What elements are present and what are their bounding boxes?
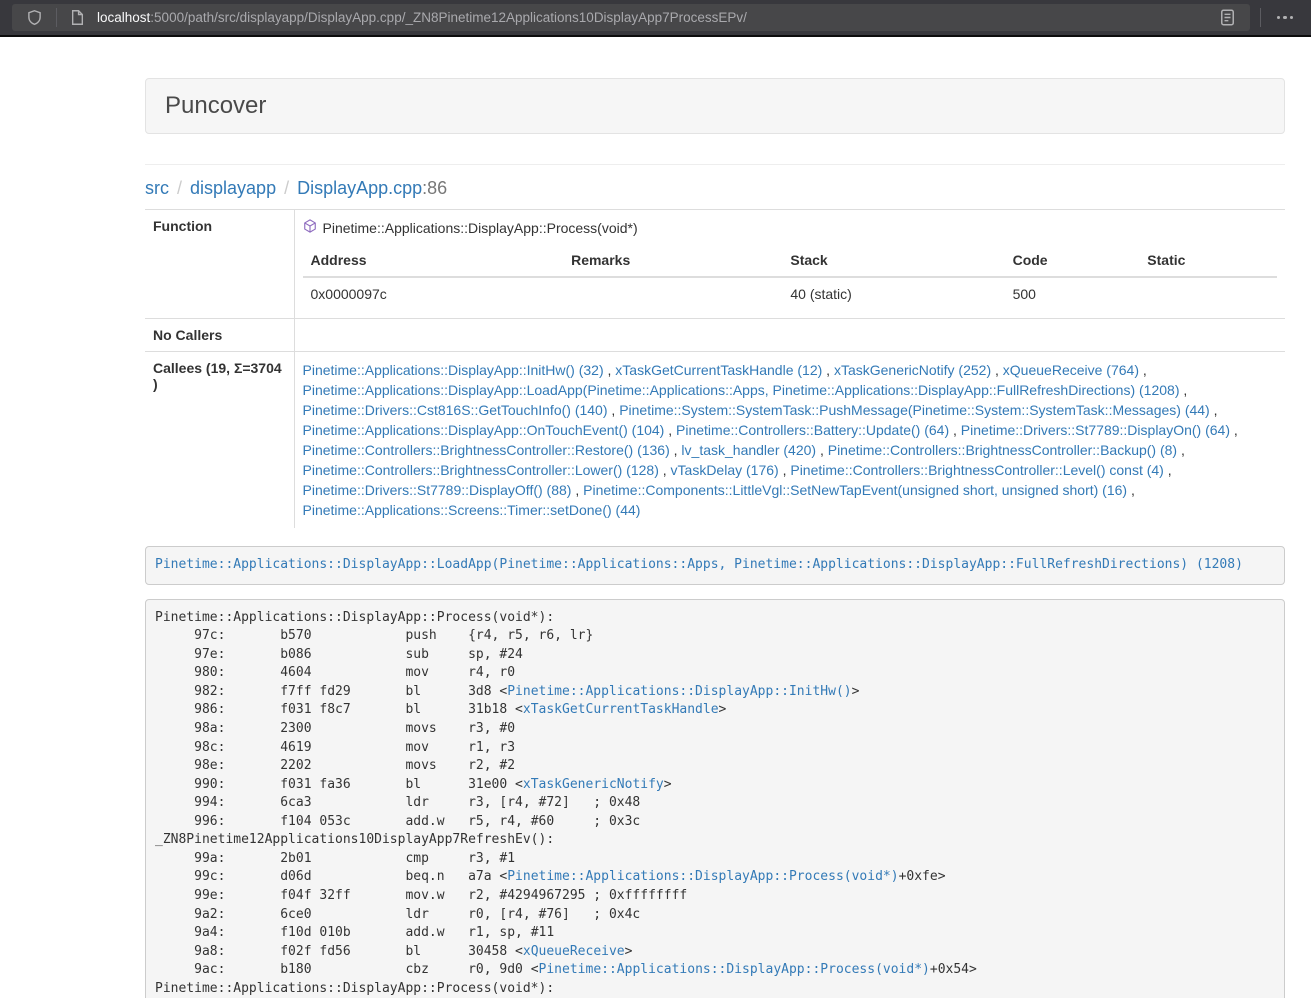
col-header-address: Address [303, 244, 564, 277]
page-info-icon[interactable] [65, 10, 90, 25]
asm-symbol-link[interactable]: xTaskGetCurrentTaskHandle [523, 702, 719, 717]
breadcrumb-link[interactable]: src [145, 178, 169, 198]
function-title: Pinetime::Applications::DisplayApp::Proc… [303, 218, 1278, 237]
toolbar-divider [1260, 8, 1261, 27]
callee-separator: , [1139, 362, 1147, 378]
breadcrumb: src / displayapp / DisplayApp.cpp:86 [145, 178, 1285, 199]
callee-link[interactable]: lv_task_handler (420) [681, 442, 816, 458]
url-bar[interactable]: localhost:5000/path/src/displayapp/Displ… [12, 4, 1250, 31]
url-host: localhost [97, 10, 150, 25]
callee-separator: , [816, 442, 828, 458]
callee-link[interactable]: Pinetime::Drivers::Cst816S::GetTouchInfo… [303, 402, 608, 418]
col-header-code: Code [1005, 244, 1140, 277]
highlighted-symbol-box: Pinetime::Applications::DisplayApp::Load… [145, 546, 1285, 585]
callee-link[interactable]: Pinetime::Applications::DisplayApp::OnTo… [303, 422, 665, 438]
callee-link[interactable]: Pinetime::Applications::DisplayApp::Init… [303, 362, 604, 378]
asm-symbol-link[interactable]: xQueueReceive [523, 944, 625, 959]
callee-separator: , [608, 402, 620, 418]
breadcrumb-separator: / [169, 178, 190, 198]
asm-symbol-link[interactable]: Pinetime::Applications::DisplayApp::Proc… [507, 869, 898, 884]
callee-separator: , [604, 362, 616, 378]
callee-link[interactable]: Pinetime::Controllers::BrightnessControl… [828, 442, 1177, 458]
assembly-listing: Pinetime::Applications::DisplayApp::Proc… [145, 599, 1285, 998]
callee-separator: , [571, 482, 583, 498]
callee-link[interactable]: Pinetime::Controllers::Battery::Update()… [676, 422, 949, 438]
callee-separator: , [659, 462, 671, 478]
function-name: Pinetime::Applications::DisplayApp::Proc… [323, 220, 638, 236]
browser-toolbar: localhost:5000/path/src/displayapp/Displ… [0, 0, 1311, 35]
asm-symbol-link[interactable]: Pinetime::Applications::DisplayApp::Proc… [539, 962, 930, 977]
asm-symbol-link[interactable]: xTaskGenericNotify [523, 777, 664, 792]
callee-link[interactable]: Pinetime::Controllers::BrightnessControl… [303, 442, 670, 458]
app-header-panel: Puncover [145, 78, 1285, 134]
callers-list [294, 319, 1285, 352]
callee-link[interactable]: Pinetime::Applications::Screens::Timer::… [303, 502, 641, 518]
function-detail-table: Function Pinetime::Applications::Display… [145, 209, 1285, 528]
callee-link[interactable]: vTaskDelay (176) [671, 462, 779, 478]
highlighted-symbol-link[interactable]: Pinetime::Applications::DisplayApp::Load… [155, 557, 1243, 572]
callee-separator: , [779, 462, 791, 478]
callee-separator: , [1179, 382, 1187, 398]
function-stats-row: 0x0000097c 40 (static) 500 [303, 277, 1278, 310]
url-path: :5000/path/src/displayapp/DisplayApp.cpp… [150, 10, 747, 25]
no-callers-label: No Callers [145, 319, 294, 352]
callee-separator: , [1210, 402, 1218, 418]
callee-link[interactable]: Pinetime::System::SystemTask::PushMessag… [619, 402, 1210, 418]
function-row-label: Function [145, 210, 294, 319]
code-value: 500 [1005, 277, 1140, 310]
callee-separator: , [664, 422, 676, 438]
stack-value: 40 (static) [782, 277, 1004, 310]
callers-row: No Callers [145, 319, 1285, 352]
callee-link[interactable]: Pinetime::Controllers::BrightnessControl… [303, 462, 659, 478]
callee-link[interactable]: Pinetime::Controllers::BrightnessControl… [790, 462, 1163, 478]
callee-link[interactable]: Pinetime::Drivers::St7789::DisplayOff() … [303, 482, 572, 498]
callees-label: Callees (19, Σ=3704 ) [145, 352, 294, 529]
breadcrumb-line-number: :86 [422, 178, 447, 198]
url-text[interactable]: localhost:5000/path/src/displayapp/Displ… [97, 10, 1214, 25]
col-header-static: Static [1139, 244, 1277, 277]
breadcrumb-separator: / [276, 178, 297, 198]
shield-icon[interactable] [21, 9, 48, 26]
callee-link[interactable]: Pinetime::Components::LittleVgl::SetNewT… [583, 482, 1127, 498]
reader-mode-icon[interactable] [1214, 9, 1241, 26]
callee-link[interactable]: Pinetime::Applications::DisplayApp::Load… [303, 382, 1180, 398]
callee-link[interactable]: xTaskGetCurrentTaskHandle (12) [615, 362, 822, 378]
col-header-stack: Stack [782, 244, 1004, 277]
callee-separator: , [991, 362, 1003, 378]
callee-separator: , [1230, 422, 1238, 438]
callees-list: Pinetime::Applications::DisplayApp::Init… [294, 352, 1285, 529]
urlbar-divider [56, 8, 57, 27]
page-container: Puncover src / displayapp / DisplayApp.c… [145, 78, 1285, 998]
breadcrumb-link[interactable]: DisplayApp.cpp [297, 178, 422, 198]
breadcrumb-link[interactable]: displayapp [190, 178, 276, 198]
callee-link[interactable]: xTaskGenericNotify (252) [834, 362, 991, 378]
callee-separator: , [949, 422, 961, 438]
package-icon [303, 218, 317, 237]
callee-link[interactable]: Pinetime::Drivers::St7789::DisplayOn() (… [961, 422, 1230, 438]
window-border [0, 35, 1311, 37]
divider [145, 164, 1285, 165]
callee-link[interactable]: xQueueReceive (764) [1003, 362, 1139, 378]
callee-separator: , [1127, 482, 1135, 498]
function-stats-table: Address Remarks Stack Code Static 0x0000… [303, 244, 1278, 310]
callees-row: Callees (19, Σ=3704 ) Pinetime::Applicat… [145, 352, 1285, 529]
callee-separator: , [1177, 442, 1185, 458]
more-tools-icon[interactable] [1271, 16, 1300, 20]
callee-separator: , [1164, 462, 1172, 478]
address-value: 0x0000097c [303, 277, 564, 310]
static-value [1139, 277, 1277, 310]
asm-symbol-link[interactable]: Pinetime::Applications::DisplayApp::Init… [507, 684, 851, 699]
remarks-value [563, 277, 782, 310]
callee-separator: , [822, 362, 834, 378]
col-header-remarks: Remarks [563, 244, 782, 277]
function-row: Function Pinetime::Applications::Display… [145, 210, 1285, 319]
callee-separator: , [670, 442, 682, 458]
app-title: Puncover [165, 92, 1265, 120]
